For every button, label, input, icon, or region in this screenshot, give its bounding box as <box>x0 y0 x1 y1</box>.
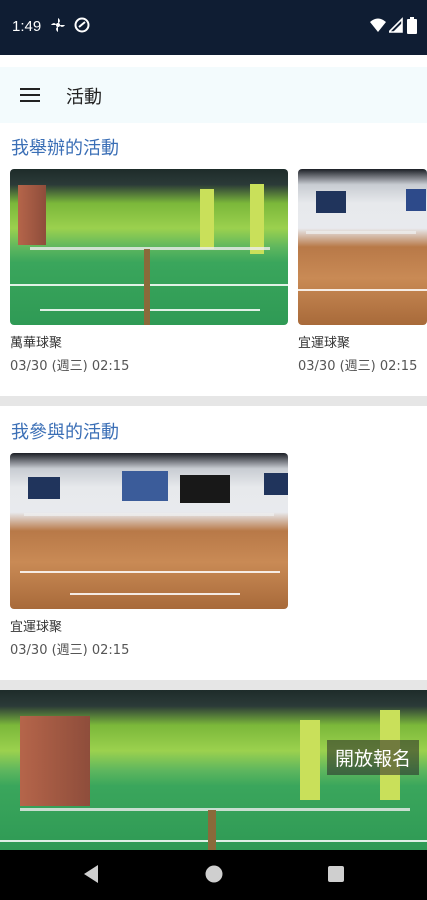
activity-image <box>298 169 427 325</box>
activity-date: 03/30 (週三) 02:15 <box>298 359 418 374</box>
activity-image <box>10 453 288 609</box>
app-bar: 活動 <box>0 67 427 123</box>
status-bar: 1:49 <box>0 0 427 55</box>
page-title: 活動 <box>66 87 102 108</box>
battery-icon <box>407 17 417 34</box>
activity-name: 萬華球聚 <box>10 336 63 351</box>
activity-name: 宜運球聚 <box>298 336 351 351</box>
navigation-bar <box>0 850 427 900</box>
home-icon[interactable] <box>204 863 224 885</box>
section-divider <box>0 680 427 690</box>
open-registration-label: 開放報名 <box>326 740 419 775</box>
activity-image <box>10 169 288 325</box>
wifi-icon <box>370 18 386 32</box>
activity-name: 宜運球聚 <box>10 620 63 635</box>
app-screen: 1:49 活動 我舉辦的活動 萬華球聚 03/30 (週三) 02:15 宜運球… <box>0 0 427 900</box>
activity-date: 03/30 (週三) 02:15 <box>10 359 130 374</box>
open-registration-banner[interactable]: 開放報名 <box>0 690 427 850</box>
activity-date: 03/30 (週三) 02:15 <box>10 643 130 658</box>
joined-section-title: 我參與的活動 <box>11 422 119 443</box>
recents-icon[interactable] <box>327 863 345 885</box>
status-time: 1:49 <box>12 18 42 35</box>
sync-icon <box>74 17 90 33</box>
hosted-activity-card[interactable]: 宜運球聚 03/30 (週三) 02:15 <box>298 169 427 374</box>
hosted-section-title: 我舉辦的活動 <box>11 138 119 159</box>
signal-icon <box>389 17 403 33</box>
joined-activity-card[interactable]: 宜運球聚 03/30 (週三) 02:15 <box>10 453 288 658</box>
hosted-activity-card[interactable]: 萬華球聚 03/30 (週三) 02:15 <box>10 169 288 374</box>
hamburger-menu-icon[interactable] <box>12 79 48 111</box>
back-icon[interactable] <box>82 863 100 885</box>
fan-icon <box>51 18 65 32</box>
section-divider <box>0 396 427 406</box>
